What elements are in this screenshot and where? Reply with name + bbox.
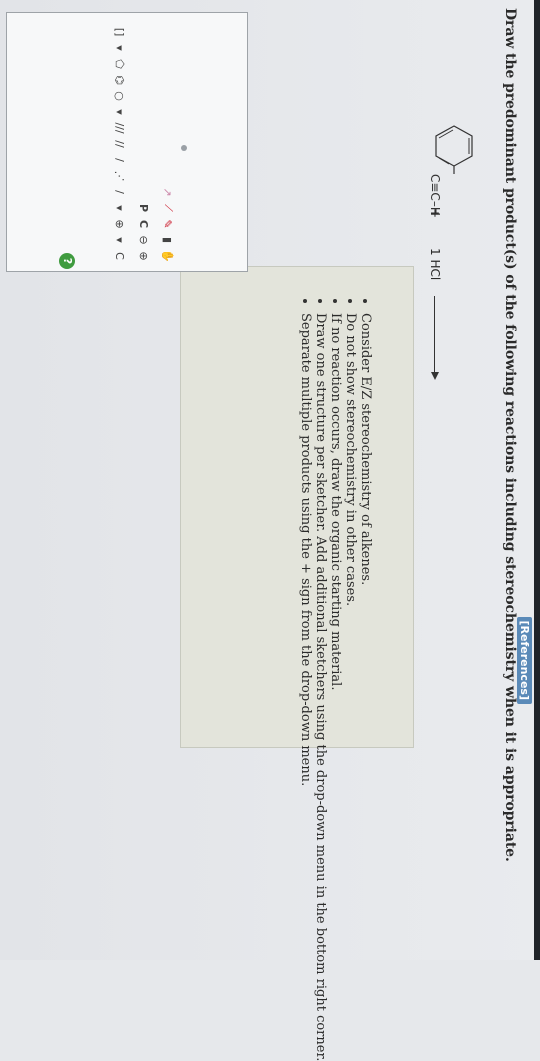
charge-tool-icon[interactable]: C xyxy=(112,248,128,264)
bracket-tool-icon[interactable]: [] xyxy=(112,24,128,40)
instruction-item: Consider E/Z stereochemistry of alkenes. xyxy=(358,297,373,1061)
hand-tool-icon[interactable]: ✋ xyxy=(160,248,176,264)
carbon-label-tool[interactable]: C xyxy=(136,216,152,232)
bond-tool-icon[interactable]: ⟋ xyxy=(160,200,176,216)
screen-edge xyxy=(534,0,540,960)
plus-charge-icon[interactable]: ⊕ xyxy=(112,216,128,232)
benzene-icon[interactable]: ⌬ xyxy=(112,72,128,88)
wedge-bond-icon[interactable]: ⋰ xyxy=(112,168,128,184)
references-link[interactable]: [References] xyxy=(517,616,532,704)
reagent-label: 1 HCl xyxy=(428,248,442,281)
instruction-item: Draw one structure per sketcher. Add add… xyxy=(313,297,328,1061)
arrow-tool-icon[interactable]: ↗ xyxy=(160,184,176,200)
instructions-box: Consider E/Z stereochemistry of alkenes.… xyxy=(180,266,414,1061)
bond-dropdown-icon[interactable]: ▾ xyxy=(112,104,128,120)
plus-dropdown-icon[interactable]: ▾ xyxy=(112,200,128,216)
cyclohexane-icon[interactable]: ○ xyxy=(112,88,128,104)
sketcher-toolbar: ✋ ▮ ✎ ⟋ ↗ ⊕ ⊖ C P C ▾ ⊕ ▾ / ⋰ / // /// ▾… xyxy=(62,12,182,292)
instruction-item: If no reaction occurs, draw the organic … xyxy=(328,297,343,1061)
reaction-plus-sign: + xyxy=(428,208,442,219)
zoom-in-icon[interactable]: ⊕ xyxy=(136,248,152,264)
periodic-table-tool[interactable]: P xyxy=(136,200,152,216)
reaction-scheme: C≡C–H + 1 HCl xyxy=(424,96,494,516)
pen-tool-icon[interactable]: ✎ xyxy=(160,216,176,232)
cyclopentane-icon[interactable]: ⬠ xyxy=(112,56,128,72)
bold-bond-icon[interactable]: / xyxy=(112,152,128,168)
reaction-arrow xyxy=(434,296,435,376)
zoom-out-icon[interactable]: ⊖ xyxy=(136,232,152,248)
instruction-item: Do not show stereochemistry in other cas… xyxy=(343,297,358,1061)
triple-bond-icon[interactable]: /// xyxy=(112,120,128,136)
instructions-list: Consider E/Z stereochemistry of alkenes.… xyxy=(298,297,373,1061)
charge-dropdown-icon[interactable]: ▾ xyxy=(112,232,128,248)
double-bond-icon[interactable]: // xyxy=(112,136,128,152)
instruction-item: Separate multiple products using the + s… xyxy=(298,297,313,1061)
single-bond-icon[interactable]: / xyxy=(112,184,128,200)
page: [References] Draw the predominant produc… xyxy=(0,0,540,1061)
eraser-tool-icon[interactable]: ▮ xyxy=(160,232,176,248)
question-text: Draw the predominant product(s) of the f… xyxy=(502,8,518,862)
ring-dropdown-icon[interactable]: ▾ xyxy=(112,40,128,56)
arrowhead-icon xyxy=(431,372,439,380)
